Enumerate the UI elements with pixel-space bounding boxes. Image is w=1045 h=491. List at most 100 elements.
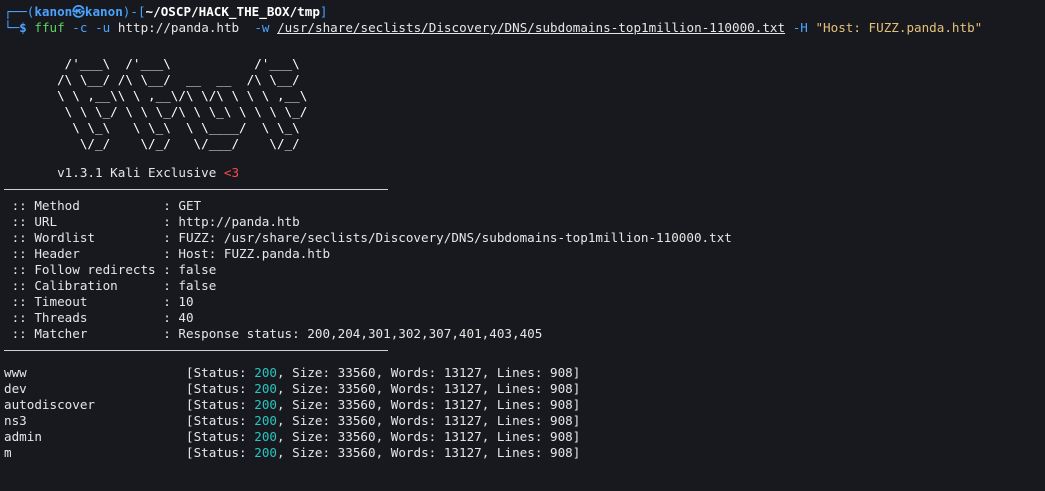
result-subdomain: www xyxy=(4,365,27,380)
config-key: :: Method : xyxy=(4,198,179,213)
terminal-window[interactable]: ┌──(kanon㉿kanon)-[~/OSCP/HACK_THE_BOX/tm… xyxy=(4,4,1045,461)
config-value: false xyxy=(178,278,217,293)
result-lines: 908 xyxy=(550,445,573,460)
result-status-label: [Status: xyxy=(185,381,255,396)
result-size-label: , Size: xyxy=(276,445,338,460)
prompt-top-line: ┌──(kanon㉿kanon)-[~/OSCP/HACK_THE_BOX/tm… xyxy=(4,4,1045,20)
result-lines: 908 xyxy=(550,381,573,396)
result-words-label: , Words: xyxy=(375,445,444,460)
config-key: :: Follow redirects : xyxy=(4,262,179,277)
result-close: ] xyxy=(572,413,581,428)
config-row-wordlist: :: Wordlist : FUZZ: /usr/share/seclists/… xyxy=(4,230,1045,246)
config-row-timeout: :: Timeout : 10 xyxy=(4,294,1045,310)
prompt-dollar: $ xyxy=(19,20,27,35)
result-row: www [Status: 200, Size: 33560, Words: 13… xyxy=(4,365,1045,381)
result-lines-label: , Lines: xyxy=(481,413,550,428)
result-words-label: , Words: xyxy=(375,397,444,412)
result-status-code: 200 xyxy=(254,397,277,412)
result-lines-label: , Lines: xyxy=(481,445,550,460)
divider-bottom xyxy=(4,350,388,351)
config-key: :: Calibration : xyxy=(4,278,179,293)
config-value: 10 xyxy=(178,294,194,309)
prompt-close: ] xyxy=(319,4,328,19)
command-url: http://panda.htb xyxy=(117,20,240,35)
result-close: ] xyxy=(572,397,581,412)
prompt-host: kanon xyxy=(84,4,123,19)
result-status-label: [Status: xyxy=(185,365,255,380)
result-pad xyxy=(27,365,186,380)
result-status-code: 200 xyxy=(254,381,277,396)
result-row: ns3 [Status: 200, Size: 33560, Words: 13… xyxy=(4,413,1045,429)
result-subdomain: ns3 xyxy=(4,413,27,428)
prompt-bottom: └─ xyxy=(4,20,20,35)
result-lines: 908 xyxy=(550,413,573,428)
config-row-threads: :: Threads : 40 xyxy=(4,310,1045,326)
ascii-line: \ \ \_/ \ \ \_/\ \ \_\ \ \ \ \_/ xyxy=(4,104,353,119)
result-status-code: 200 xyxy=(254,445,277,460)
ascii-line: \/_/ \/_/ \/___/ \/_/ xyxy=(4,136,353,151)
config-value: false xyxy=(178,262,217,277)
result-row: admin [Status: 200, Size: 33560, Words: … xyxy=(4,429,1045,445)
ascii-line: \ \ ,__\\ \ ,__\/\ \/\ \ \ \ ,__\ xyxy=(4,88,353,103)
result-status-label: [Status: xyxy=(185,413,255,428)
result-size: 33560 xyxy=(337,429,376,444)
ffuf-ascii-logo: /'___\ /'___\ /'___\ /\ \__/ /\ \__/ __ … xyxy=(4,56,1045,152)
config-row-method: :: Method : GET xyxy=(4,198,1045,214)
config-row-calibration: :: Calibration : false xyxy=(4,278,1045,294)
ascii-line: /\ \__/ /\ \__/ __ __ /\ \__/ xyxy=(4,72,353,87)
result-lines: 908 xyxy=(550,365,573,380)
config-value: http://panda.htb xyxy=(178,214,300,229)
prompt-mid: )-[ xyxy=(122,4,146,19)
result-subdomain: admin xyxy=(4,429,42,444)
ascii-line: \ \_\ \ \_\ \ \____/ \ \_\ xyxy=(4,120,353,135)
ascii-line: /'___\ /'___\ /'___\ xyxy=(4,56,353,71)
result-lines-label: , Lines: xyxy=(481,381,550,396)
option-h: -H xyxy=(792,20,808,35)
result-status-label: [Status: xyxy=(185,445,255,460)
heart-text: <3 xyxy=(223,165,240,180)
result-pad xyxy=(27,413,186,428)
command-wordlist-path: /usr/share/seclists/Discovery/DNS/subdom… xyxy=(277,20,786,35)
result-words: 13127 xyxy=(443,445,482,460)
result-size-label: , Size: xyxy=(276,365,338,380)
results-list: www [Status: 200, Size: 33560, Words: 13… xyxy=(4,365,1045,461)
option-w: -w xyxy=(254,20,270,35)
result-close: ] xyxy=(572,365,581,380)
version-line: v1.3.1 Kali Exclusive <3 xyxy=(4,165,1045,181)
result-size: 33560 xyxy=(337,381,376,396)
option-c: -c xyxy=(72,20,88,35)
result-size: 33560 xyxy=(337,397,376,412)
result-status-label: [Status: xyxy=(185,429,255,444)
result-lines-label: , Lines: xyxy=(481,365,550,380)
result-pad xyxy=(12,445,186,460)
result-words: 13127 xyxy=(443,381,482,396)
config-value: FUZZ: /usr/share/seclists/Discovery/DNS/… xyxy=(178,230,732,245)
command-name: ffuf xyxy=(34,20,65,35)
prompt-cwd: ~/OSCP/HACK_THE_BOX/tmp xyxy=(145,4,320,19)
result-size: 33560 xyxy=(337,413,376,428)
config-value: Response status: 200,204,301,302,307,401… xyxy=(178,326,543,341)
result-size-label: , Size: xyxy=(276,381,338,396)
result-row: dev [Status: 200, Size: 33560, Words: 13… xyxy=(4,381,1045,397)
config-key: :: URL : xyxy=(4,214,179,229)
result-size-label: , Size: xyxy=(276,413,338,428)
command-line[interactable]: └─$ ffuf -c -u http://panda.htb -w /usr/… xyxy=(4,20,1045,36)
result-words-label: , Words: xyxy=(375,413,444,428)
result-status-code: 200 xyxy=(254,365,277,380)
prompt-open: ┌──( xyxy=(4,4,35,19)
result-row: m [Status: 200, Size: 33560, Words: 1312… xyxy=(4,445,1045,461)
config-row-follow-redirects: :: Follow redirects : false xyxy=(4,262,1045,278)
config-list: :: Method : GET :: URL : http://panda.ht… xyxy=(4,198,1045,342)
result-words: 13127 xyxy=(443,429,482,444)
config-key: :: Header : xyxy=(4,246,179,261)
config-key: :: Threads : xyxy=(4,310,179,325)
option-u: -u xyxy=(95,20,111,35)
config-row-header: :: Header : Host: FUZZ.panda.htb xyxy=(4,246,1045,262)
divider-top xyxy=(4,189,388,190)
config-value: 40 xyxy=(178,310,194,325)
result-status-label: [Status: xyxy=(186,397,255,412)
result-lines: 908 xyxy=(550,397,573,412)
result-pad xyxy=(27,381,186,396)
config-key: :: Matcher : xyxy=(4,326,179,341)
result-words: 13127 xyxy=(443,397,482,412)
